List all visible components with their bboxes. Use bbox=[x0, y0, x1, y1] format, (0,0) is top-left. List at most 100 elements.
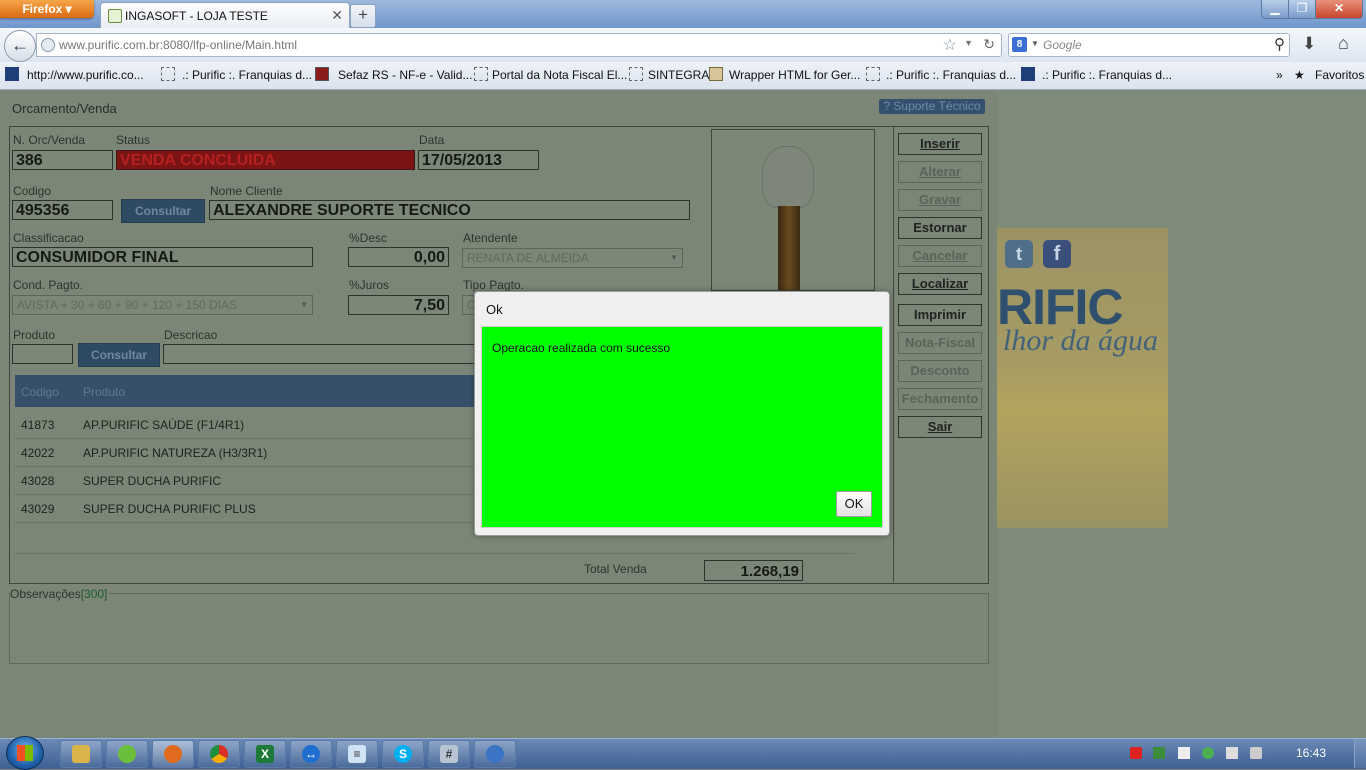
google-engine-icon[interactable]: 8 bbox=[1012, 37, 1027, 52]
taskbar-skype[interactable]: S bbox=[382, 740, 424, 768]
closing-button[interactable]: Fechamento bbox=[898, 388, 982, 410]
table-row[interactable]: 43029 SUPER DUCHA PURIFIC PLUS bbox=[15, 494, 475, 523]
search-bar[interactable]: 8 ▼ Google ⚲ bbox=[1008, 33, 1290, 57]
exit-button[interactable]: Sair bbox=[898, 416, 982, 438]
status-label: Status bbox=[116, 133, 151, 147]
bookmark-star-icon[interactable]: ☆ bbox=[943, 35, 957, 55]
taskbar-excel[interactable]: X bbox=[244, 740, 286, 768]
table-cell: 43028 bbox=[21, 474, 55, 488]
table-row[interactable]: 43028 SUPER DUCHA PURIFIC bbox=[15, 466, 475, 495]
table-cell: AP.PURIFIC SAÚDE (F1/4R1) bbox=[83, 418, 245, 432]
engine-dropdown-icon[interactable]: ▼ bbox=[1031, 39, 1039, 48]
show-desktop-button[interactable] bbox=[1354, 739, 1366, 768]
bookmark-item[interactable]: .: Purific :. Franquias d... bbox=[1042, 68, 1172, 82]
client-name-label: Nome Cliente bbox=[210, 184, 283, 198]
payment-condition-select[interactable]: AVISTA + 30 + 60 + 90 + 120 + 150 DIAS ▼ bbox=[12, 295, 313, 315]
page-icon bbox=[629, 67, 643, 81]
search-placeholder: Google bbox=[1043, 38, 1082, 52]
consult-product-button[interactable]: Consultar bbox=[78, 343, 160, 367]
payment-condition-value: AVISTA + 30 + 60 + 90 + 120 + 150 DIAS bbox=[17, 298, 238, 312]
bookmark-item[interactable]: .: Purific :. Franquias d... bbox=[886, 68, 1016, 82]
system-clock[interactable]: 16:43 bbox=[1296, 746, 1326, 760]
twitter-icon[interactable]: t bbox=[1005, 240, 1033, 268]
interest-field[interactable]: 7,50 bbox=[348, 295, 449, 315]
column-header-produto[interactable]: Produto bbox=[83, 385, 125, 399]
maximize-window-button[interactable]: ❐ bbox=[1288, 0, 1316, 19]
date-field[interactable]: 17/05/2013 bbox=[418, 150, 539, 170]
description-input[interactable] bbox=[163, 344, 475, 364]
minimize-window-button[interactable]: ▁ bbox=[1261, 0, 1289, 19]
purific-promo-banner: t f RIFIC lhor da água bbox=[997, 228, 1168, 528]
table-row[interactable]: 41873 AP.PURIFIC SAÚDE (F1/4R1) bbox=[15, 410, 475, 439]
page-icon bbox=[474, 67, 488, 81]
insert-button[interactable]: Inserir bbox=[898, 133, 982, 155]
table-row[interactable]: 42022 AP.PURIFIC NATUREZA (H3/3R1) bbox=[15, 438, 475, 467]
attendant-select[interactable]: RENATA DE ALMEIDA ▼ bbox=[462, 248, 683, 268]
consult-client-button[interactable]: Consultar bbox=[121, 199, 205, 223]
tray-stop-icon[interactable] bbox=[1130, 747, 1142, 759]
tray-check-icon[interactable] bbox=[1202, 747, 1214, 759]
back-button[interactable]: ← bbox=[4, 30, 36, 62]
tray-mail-icon[interactable] bbox=[1178, 747, 1190, 759]
status-field: VENDA CONCLUIDA bbox=[116, 150, 415, 170]
codigo-label: Codigo bbox=[13, 184, 52, 198]
dialog-body: Operacao realizada com sucesso OK bbox=[481, 326, 883, 528]
orc-number-field[interactable]: 386 bbox=[12, 150, 113, 170]
tray-volume-icon[interactable] bbox=[1250, 747, 1262, 759]
taskbar-firefox[interactable] bbox=[152, 740, 194, 768]
search-button[interactable]: Localizar bbox=[898, 273, 982, 295]
bookmark-item[interactable]: SINTEGRA bbox=[648, 68, 709, 82]
taskbar-notepad[interactable]: ≡ bbox=[336, 740, 378, 768]
client-code-field[interactable]: 495356 bbox=[12, 200, 113, 220]
cancel-button[interactable]: Cancelar bbox=[898, 245, 982, 267]
home-icon[interactable]: ⌂ bbox=[1338, 33, 1349, 54]
discount-button[interactable]: Desconto bbox=[898, 360, 982, 382]
tray-network-icon[interactable] bbox=[1226, 747, 1238, 759]
chevron-down-icon: ▼ bbox=[670, 253, 678, 262]
bookmark-item[interactable]: Sefaz RS - NF-e - Valid... bbox=[338, 68, 472, 82]
edit-button[interactable]: Alterar bbox=[898, 161, 982, 183]
close-window-button[interactable]: ✕ bbox=[1315, 0, 1363, 19]
support-button[interactable]: ? Suporte Técnico bbox=[879, 99, 985, 114]
save-button[interactable]: Gravar bbox=[898, 189, 982, 211]
client-name-field[interactable]: ALEXANDRE SUPORTE TECNICO bbox=[209, 200, 690, 220]
history-dropdown-icon[interactable]: ▼ bbox=[964, 38, 973, 48]
classification-field[interactable]: CONSUMIDOR FINAL bbox=[12, 247, 313, 267]
invoice-button[interactable]: Nota-Fiscal bbox=[898, 332, 982, 354]
bookmark-item[interactable]: .: Purific :. Franquias d... bbox=[182, 68, 312, 82]
bookmark-item[interactable]: http://www.purific.co... bbox=[27, 68, 144, 82]
more-bookmarks-icon[interactable]: » bbox=[1276, 68, 1283, 82]
bookmark-item[interactable]: Wrapper HTML for Ger... bbox=[729, 68, 860, 82]
tray-app-icon[interactable] bbox=[1153, 747, 1165, 759]
download-icon[interactable]: ⬇ bbox=[1302, 34, 1316, 54]
tab-close-icon[interactable]: ✕ bbox=[331, 7, 343, 24]
browser-tab[interactable]: INGASOFT - LOJA TESTE ✕ bbox=[100, 2, 350, 29]
product-code-input[interactable] bbox=[12, 344, 73, 364]
facebook-icon[interactable]: f bbox=[1043, 240, 1071, 268]
taskbar-network[interactable] bbox=[474, 740, 516, 768]
start-button[interactable] bbox=[6, 736, 44, 770]
ok-button[interactable]: OK bbox=[836, 491, 872, 517]
taskbar-apps[interactable] bbox=[106, 740, 148, 768]
discount-label: %Desc bbox=[349, 231, 388, 245]
url-bar[interactable]: www.purific.com.br:8080/lfp-online/Main.… bbox=[36, 33, 1002, 57]
taskbar-explorer[interactable] bbox=[60, 740, 102, 768]
firefox-menu-button[interactable]: Firefox ▾ bbox=[0, 0, 94, 18]
reload-icon[interactable]: ↻ bbox=[983, 36, 995, 53]
print-button[interactable]: Imprimir bbox=[898, 304, 982, 326]
column-header-codigo[interactable]: Codigo bbox=[21, 385, 59, 399]
reverse-button[interactable]: Estornar bbox=[898, 217, 982, 239]
taskbar-chrome[interactable] bbox=[198, 740, 240, 768]
teamviewer-icon: ↔ bbox=[302, 745, 320, 763]
taskbar-teamviewer[interactable]: ↔ bbox=[290, 740, 332, 768]
observations-textarea[interactable] bbox=[9, 593, 989, 664]
favorites-menu[interactable]: Favoritos bbox=[1315, 68, 1364, 82]
new-tab-button[interactable]: + bbox=[350, 4, 376, 28]
taskbar-calculator[interactable]: # bbox=[428, 740, 470, 768]
search-icon[interactable]: ⚲ bbox=[1274, 35, 1285, 53]
url-text[interactable]: www.purific.com.br:8080/lfp-online/Main.… bbox=[59, 38, 297, 52]
bookmark-item[interactable]: Portal da Nota Fiscal El... bbox=[492, 68, 627, 82]
discount-field[interactable]: 0,00 bbox=[348, 247, 449, 267]
windows-logo-icon bbox=[17, 745, 33, 761]
product-label: Produto bbox=[13, 328, 56, 342]
